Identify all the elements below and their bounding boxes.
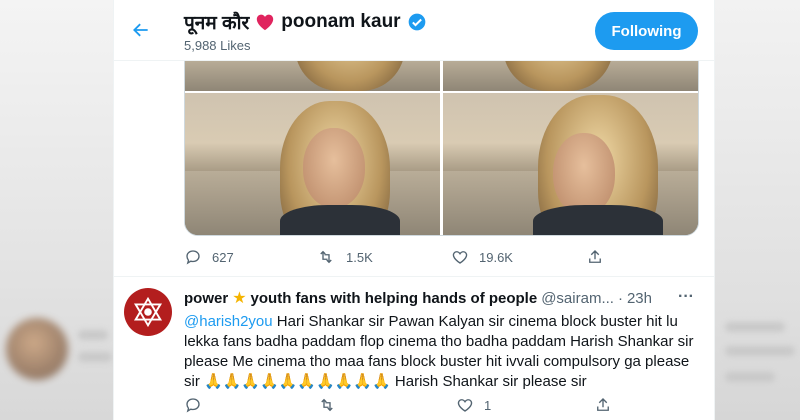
tweet-text: @harish2you Hari Shankar sir Pawan Kalya… — [184, 312, 696, 392]
header-title-block: पूनम कौर poonam kaur 5,988 Likes — [184, 9, 427, 53]
reply-button[interactable]: 627 — [184, 248, 234, 266]
avatar[interactable] — [124, 288, 172, 336]
reply-count: 627 — [212, 249, 234, 265]
author-name[interactable]: power — [184, 290, 228, 307]
star-icon: ★ — [232, 290, 247, 307]
back-button[interactable] — [124, 13, 158, 47]
reply-tweet[interactable]: power ★ youth fans with helping hands of… — [184, 288, 696, 392]
share-button[interactable] — [586, 248, 604, 266]
background-blurred-text — [725, 372, 775, 382]
profile-header: पूनम कौर poonam kaur 5,988 Likes Followi… — [114, 0, 714, 61]
background-blurred-avatar — [6, 318, 68, 380]
reply-tweet-actions: 1 — [184, 396, 704, 416]
more-icon[interactable]: ··· — [676, 288, 696, 306]
page-title: पूनम कौर poonam kaur — [184, 9, 427, 35]
retweet-icon — [321, 398, 333, 412]
tweet-time[interactable]: 23h — [627, 290, 652, 307]
background-blurred-text — [78, 330, 108, 340]
background-right — [713, 0, 800, 420]
retweet-icon — [320, 250, 332, 264]
retweet-count: 1.5K — [346, 249, 373, 265]
separator-dot: · — [617, 289, 623, 307]
mention-link[interactable]: @harish2you — [184, 313, 273, 330]
timeline-panel: 627 1.5K 19.6K power ★ youth fans with h… — [113, 0, 715, 420]
reply-icon — [186, 398, 200, 413]
background-blurred-text — [725, 346, 795, 356]
like-icon — [452, 251, 468, 264]
like-button[interactable]: 19.6K — [451, 248, 513, 266]
author-handle[interactable]: @sairam... — [541, 290, 614, 307]
share-icon — [597, 398, 609, 411]
retweet-button[interactable]: 1.5K — [316, 248, 373, 266]
author-name-rest[interactable]: youth fans with helping hands of people — [251, 290, 538, 307]
likes-count: 5,988 Likes — [184, 38, 251, 53]
title-hindi: पूनम कौर — [184, 13, 250, 34]
avatar-logo-icon — [133, 296, 163, 328]
reply-icon — [186, 250, 200, 265]
title-latin: poonam kaur — [281, 11, 401, 32]
like-icon — [457, 399, 473, 412]
photo-bottom-left[interactable] — [185, 93, 440, 235]
like-count: 1 — [484, 397, 492, 413]
like-count: 19.6K — [479, 249, 513, 265]
tweet-divider — [114, 276, 714, 277]
retweet-button[interactable] — [317, 396, 337, 414]
background-blurred-text — [725, 322, 785, 332]
back-arrow-icon — [133, 23, 148, 37]
reply-button[interactable] — [184, 396, 202, 414]
share-button[interactable] — [594, 396, 612, 414]
photo-bottom-right[interactable] — [443, 93, 698, 235]
like-button[interactable]: 1 — [456, 396, 491, 414]
tweet-author-line: power ★ youth fans with helping hands of… — [184, 288, 696, 308]
tweet-actions: 627 1.5K 19.6K — [184, 248, 704, 268]
verified-badge-icon — [408, 13, 425, 31]
heart-icon — [257, 14, 274, 31]
share-icon — [589, 250, 601, 263]
following-button[interactable]: Following — [595, 12, 698, 50]
background-blurred-text — [78, 352, 112, 362]
